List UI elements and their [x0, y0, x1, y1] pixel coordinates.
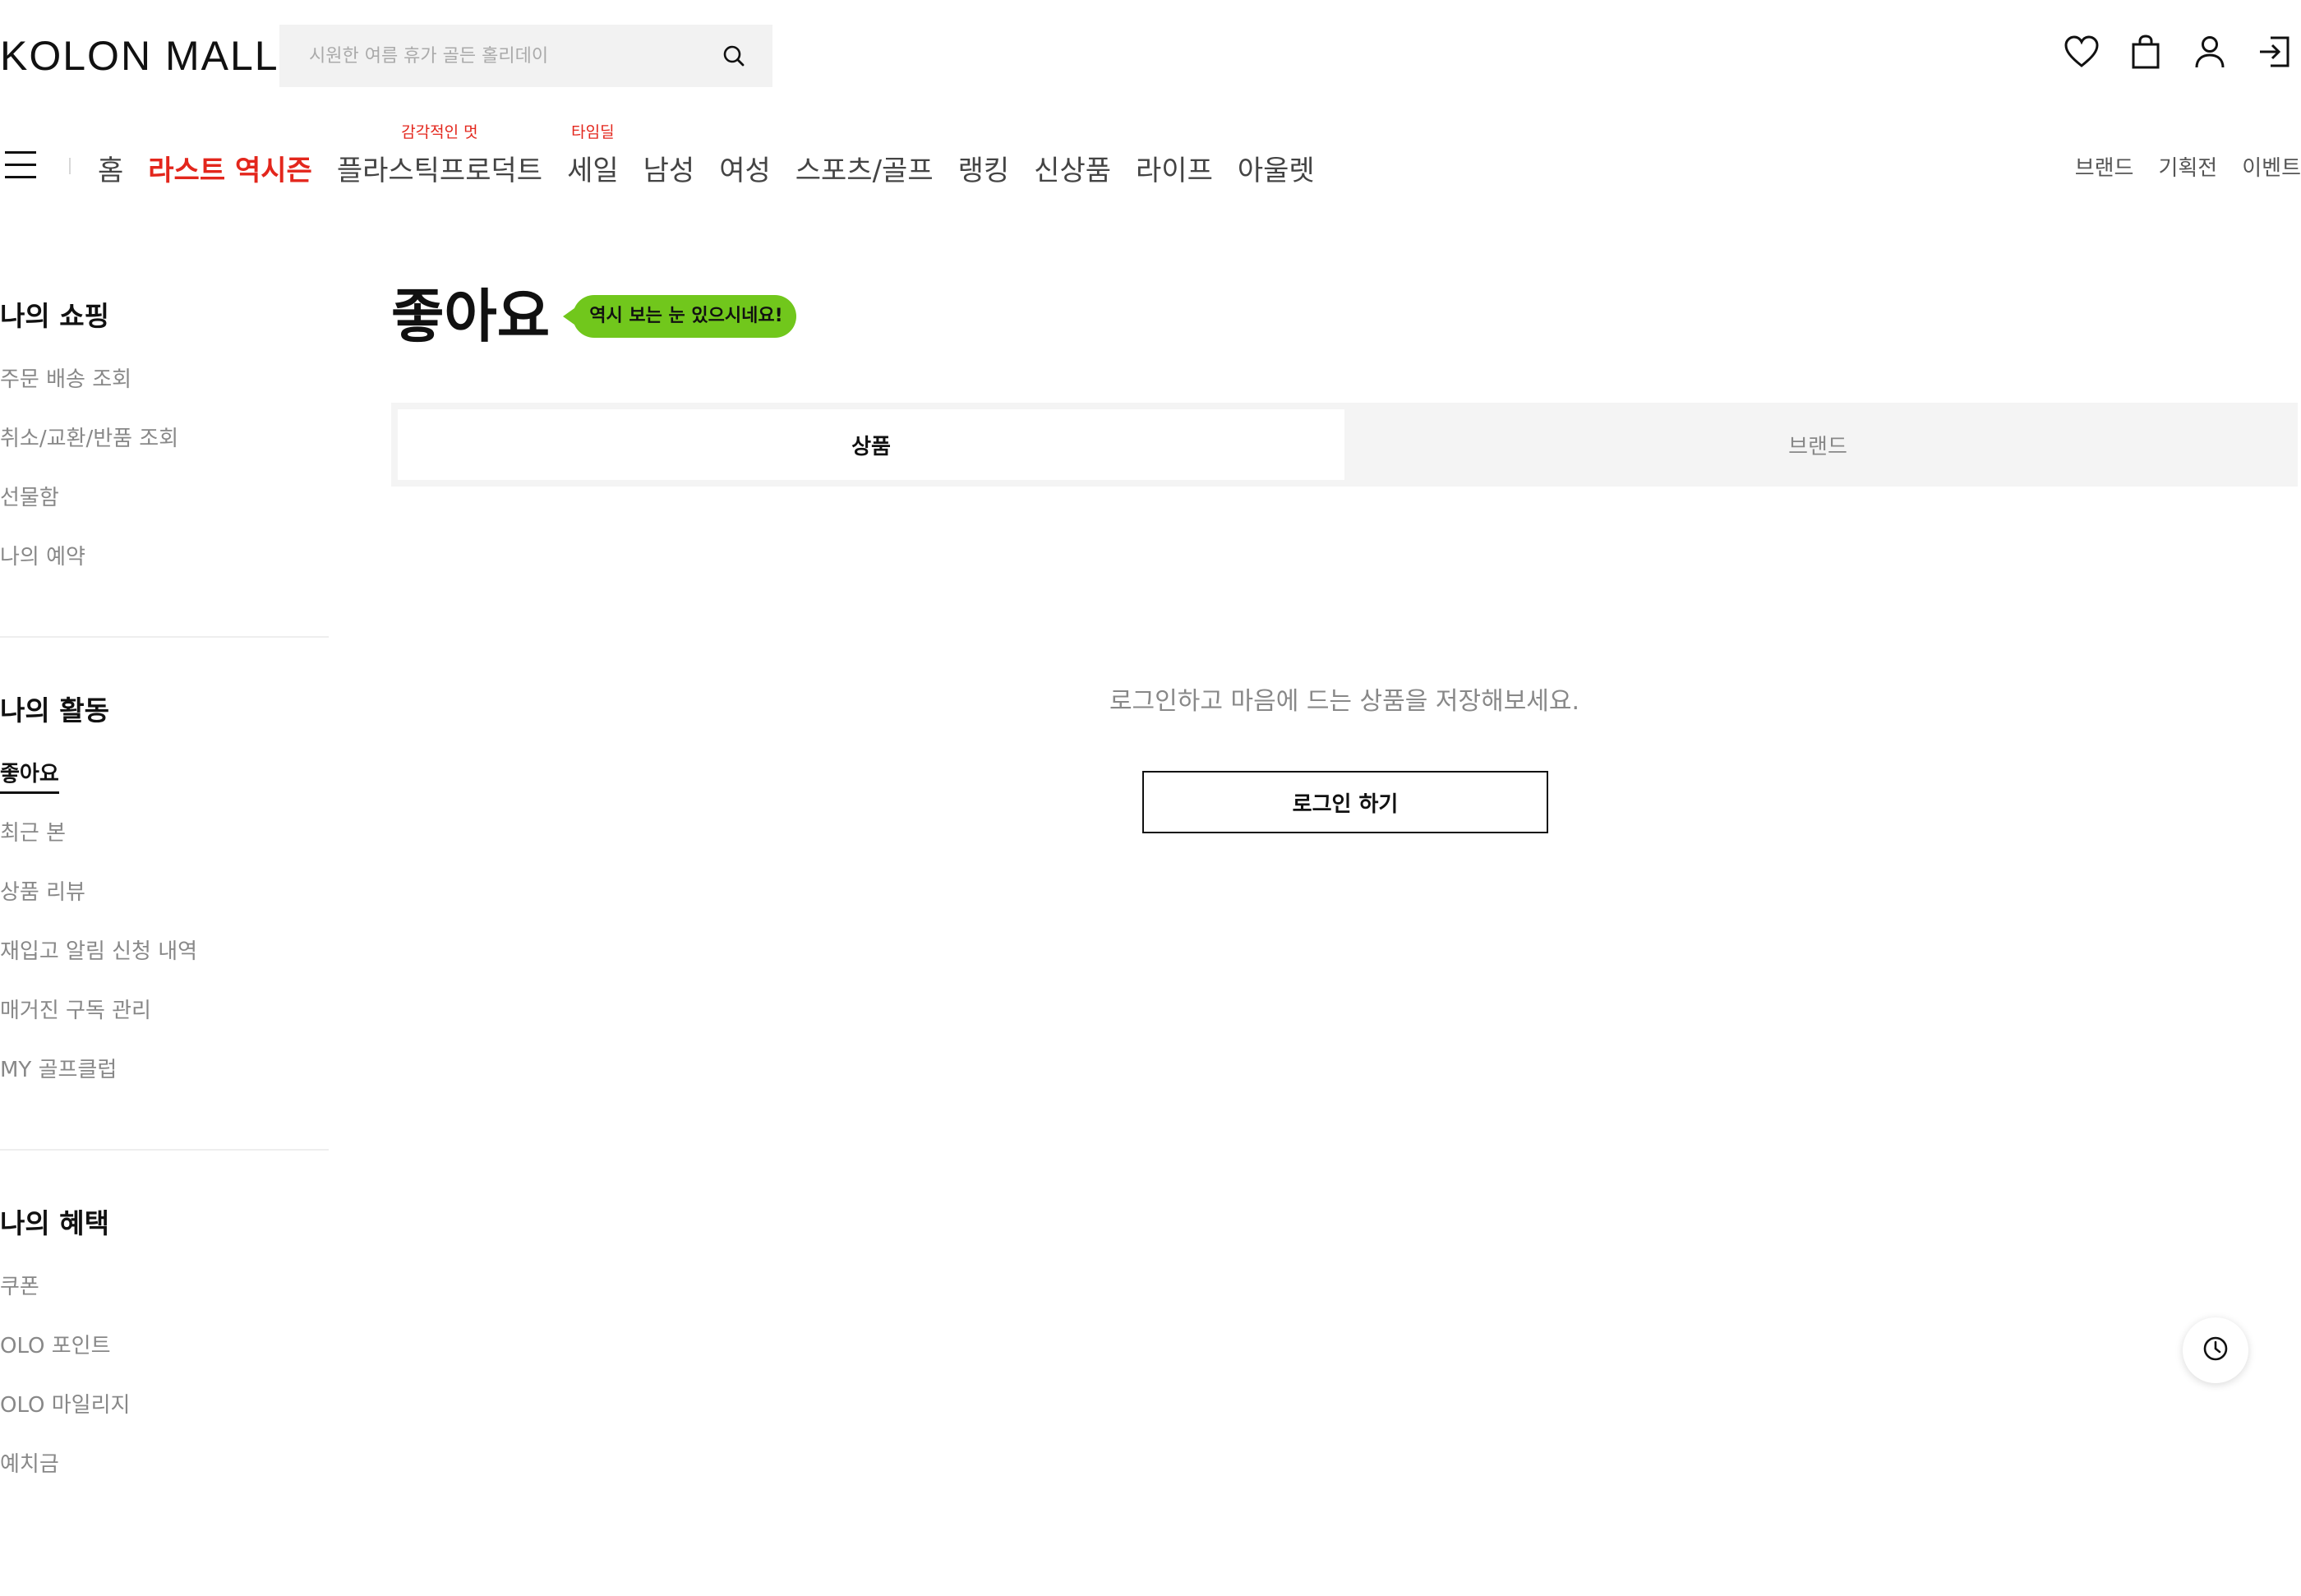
- sidebar-item[interactable]: 주문 배송 조회: [0, 355, 329, 414]
- gnb-item[interactable]: 홈: [98, 148, 123, 188]
- gnb-item[interactable]: 스포츠/골프: [795, 148, 934, 188]
- gnb-item[interactable]: 여성: [719, 148, 771, 188]
- sidebar-item[interactable]: 최근 본: [0, 809, 329, 868]
- page-title: 좋아요: [391, 283, 551, 350]
- sidebar-item-label: 나의 예약: [0, 545, 85, 570]
- gnb-item-label: 아울렛: [1237, 155, 1315, 187]
- gnb-item-label: 여성: [719, 155, 771, 187]
- sidebar-item[interactable]: 재입고 알림 신청 내역: [0, 927, 329, 986]
- sidebar-item-label: MY 골프클럽: [0, 1058, 118, 1082]
- sidebar-item-label: OLO 포인트: [0, 1334, 111, 1358]
- sidebar-item[interactable]: 예치금: [0, 1440, 329, 1499]
- gnb-item-label: 홈: [98, 155, 124, 187]
- gnb-item-label: 라스트 역시즌: [148, 155, 312, 187]
- clock-icon: [2202, 1335, 2230, 1366]
- utility-icons: [2063, 33, 2293, 71]
- sidebar-item-label: OLO 마일리지: [0, 1393, 131, 1418]
- gnb-item-label: 스포츠/골프: [795, 155, 934, 187]
- gnb-item-label: 남성: [643, 155, 695, 187]
- sidebar-item-label: 좋아요: [0, 762, 59, 794]
- global-navigation: 홈 라스트 역시즌 플라스틱프로덕트 감각적인 멋 세일 타임딜 남성 여성 스포츠/골프 랭킹 신…: [0, 123, 2301, 197]
- gnb-item-label: 신상품: [1034, 155, 1112, 187]
- sidebar-item-label: 주문 배송 조회: [0, 367, 132, 392]
- gnb-item-label: 라이프: [1136, 155, 1213, 187]
- gnb-item[interactable]: 아울렛: [1238, 148, 1315, 188]
- empty-state-message: 로그인하고 마음에 드는 상품을 저장해보세요.: [1109, 687, 1580, 716]
- sidebar-item-label: 쿠폰: [0, 1275, 39, 1299]
- gnb-item[interactable]: 플라스틱프로덕트 감각적인 멋: [336, 123, 543, 188]
- gnb-item-label: 세일: [567, 155, 619, 187]
- heart-icon[interactable]: [2063, 33, 2100, 71]
- sidebar-item-label: 최근 본: [0, 821, 67, 846]
- sidebar-section: 나의 쇼핑주문 배송 조회취소/교환/반품 조회선물함나의 예약: [0, 296, 329, 638]
- sidebar-item-label: 선물함: [0, 486, 59, 510]
- kolon-mall-logo[interactable]: KOLON MALL: [0, 31, 279, 81]
- sidebar-section: 나의 활동좋아요최근 본상품 리뷰재입고 알림 신청 내역매거진 구독 관리 MY…: [0, 690, 329, 1151]
- tab-products[interactable]: 상품: [398, 409, 1344, 480]
- sidebar-item-label: 예치금: [0, 1452, 59, 1477]
- gnb-right-link[interactable]: 기획전: [2158, 151, 2217, 182]
- sidebar-item[interactable]: 쿠폰: [0, 1262, 329, 1322]
- mypage-sidebar: 나의 쇼핑주문 배송 조회취소/교환/반품 조회선물함나의 예약나의 활동좋아요…: [0, 296, 329, 1596]
- gnb-divider: [69, 158, 71, 174]
- gnb-item-label: 랭킹: [957, 155, 1010, 187]
- sidebar-item[interactable]: 취소/교환/반품 조회: [0, 414, 329, 473]
- login-button[interactable]: 로그인 하기: [1142, 771, 1548, 833]
- sidebar-item-label: 매거진 구독 관리: [0, 999, 151, 1023]
- gnb-item-tag: 타임딜: [571, 123, 615, 141]
- gnb-right-links: 브랜드 기획전 이벤트: [2075, 151, 2301, 182]
- gnb-right-link[interactable]: 이벤트: [2242, 151, 2301, 182]
- sidebar-item[interactable]: 좋아요: [0, 750, 329, 809]
- sidebar-section-title: 나의 쇼핑: [0, 300, 109, 332]
- tab-brands[interactable]: 브랜드: [1344, 409, 2291, 480]
- gnb-item[interactable]: 라이프: [1136, 148, 1213, 188]
- sidebar-item[interactable]: OLO 마일리지: [0, 1381, 329, 1440]
- search-input[interactable]: [307, 44, 720, 67]
- gnb-item[interactable]: 세일 타임딜: [567, 123, 619, 188]
- sidebar-item[interactable]: 나의 예약: [0, 533, 329, 592]
- gnb-item[interactable]: 남성: [643, 148, 695, 188]
- gnb-item-label: 플라스틱프로덕트: [336, 155, 543, 187]
- sidebar-item-label: 재입고 알림 신청 내역: [0, 939, 198, 964]
- gnb-item[interactable]: 랭킹: [958, 148, 1010, 188]
- sidebar-item-label: 취소/교환/반품 조회: [0, 427, 179, 451]
- gnb-item[interactable]: 라스트 역시즌: [148, 148, 312, 188]
- menu-icon[interactable]: [5, 151, 38, 179]
- sidebar-item[interactable]: 매거진 구독 관리: [0, 986, 329, 1045]
- speech-bubble-badge: 역시 보는 눈 있으시네요!: [563, 295, 796, 338]
- sidebar-section-title: 나의 혜택: [0, 1207, 109, 1239]
- gnb-item[interactable]: 신상품: [1034, 148, 1111, 188]
- sidebar-item-label: 상품 리뷰: [0, 880, 85, 905]
- user-icon[interactable]: [2191, 33, 2229, 71]
- page-title-area: 좋아요 역시 보는 눈 있으시네요!: [391, 279, 796, 353]
- shopping-bag-icon[interactable]: [2127, 33, 2165, 71]
- gnb-menu: 홈 라스트 역시즌 플라스틱프로덕트 감각적인 멋 세일 타임딜 남성 여성 스포츠/골프 랭킹 신…: [98, 123, 1340, 188]
- recent-history-button[interactable]: [2183, 1317, 2248, 1383]
- sidebar-item[interactable]: 선물함: [0, 473, 329, 533]
- gnb-item-tag: 감각적인 멋: [401, 123, 478, 141]
- search-icon[interactable]: [720, 42, 748, 70]
- sidebar-section-title: 나의 활동: [0, 694, 109, 727]
- search-bar[interactable]: [279, 25, 772, 87]
- sidebar-item[interactable]: 상품 리뷰: [0, 868, 329, 927]
- sidebar-item[interactable]: OLO 포인트: [0, 1322, 329, 1381]
- sidebar-item[interactable]: MY 골프클럽: [0, 1045, 329, 1105]
- gnb-right-link[interactable]: 브랜드: [2075, 151, 2134, 182]
- sidebar-section: 나의 혜택쿠폰 OLO 포인트 OLO 마일리지예치금: [0, 1203, 329, 1543]
- like-tabs: 상품 브랜드: [391, 403, 2298, 487]
- login-icon[interactable]: [2255, 33, 2293, 71]
